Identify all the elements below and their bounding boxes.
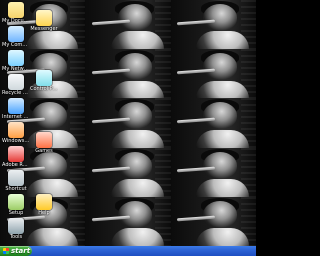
tools-icon (8, 218, 24, 234)
wallpaper-face (117, 200, 152, 228)
desktop-icon-label: My Network Places (2, 66, 30, 72)
wallpaper-face (117, 102, 152, 130)
messenger-icon (36, 10, 52, 26)
desktop-icon-label: Recycle Bin (2, 90, 30, 96)
taskbar: start (0, 246, 256, 256)
wallpaper-tile (170, 98, 256, 148)
folder-icon (8, 2, 24, 18)
desktop-icon[interactable]: Control Panel (30, 70, 58, 92)
wallpaper-shirt (110, 129, 164, 148)
desktop-icon[interactable]: Games (30, 132, 58, 154)
wallpaper-tile (170, 196, 256, 246)
wallpaper-tile (170, 0, 256, 50)
desktop-icon-label: Shortcut (5, 186, 27, 192)
wallpaper-shirt (110, 31, 164, 50)
wallpaper-tile (85, 0, 171, 50)
wallpaper-face (203, 102, 238, 130)
network-icon (8, 50, 24, 66)
desktop-icon-label: Windows Media Player (2, 138, 30, 144)
shortcut-icon (8, 170, 24, 186)
wallpaper-shirt (196, 179, 250, 197)
help-icon (36, 194, 52, 210)
wallpaper-shirt (110, 179, 164, 197)
desktop-icon-label: My Documents (2, 18, 30, 24)
control-panel-icon (36, 70, 52, 86)
wallpaper-face (117, 151, 152, 179)
desktop-icon-label: Control Panel (30, 86, 58, 92)
desktop-icon[interactable]: Internet Explorer (2, 98, 30, 120)
desktop-icon-label: Tools (9, 234, 23, 240)
wallpaper-shirt (196, 80, 250, 99)
wallpaper-shirt (110, 80, 164, 99)
wallpaper-face (203, 53, 238, 81)
desktop-icon[interactable]: Tools (2, 218, 30, 240)
wallpaper-face (117, 53, 152, 81)
desktop-icon-label: Messenger (30, 26, 58, 32)
desktop-icon-label: Games (35, 148, 53, 154)
desktop-icon[interactable]: Setup (2, 194, 30, 216)
desktop-icon-label: Adobe Reader (2, 162, 30, 168)
internet-explorer-icon (8, 98, 24, 114)
desktop-icon[interactable]: Adobe Reader (2, 146, 30, 168)
desktop-icon[interactable]: My Network Places (2, 50, 30, 72)
start-button[interactable]: start (0, 246, 32, 256)
start-label: start (11, 247, 31, 255)
desktop-icon[interactable]: Shortcut (2, 170, 30, 192)
desktop-icons: My Documents My Computer My Network Plac… (0, 0, 60, 246)
desktop-icon[interactable]: Messenger (30, 10, 58, 32)
pdf-icon (8, 146, 24, 162)
wallpaper-tile (170, 147, 256, 197)
wallpaper-face (203, 3, 238, 31)
wallpaper-tile (85, 49, 171, 99)
desktop-icon-label: My Computer (2, 42, 30, 48)
wallpaper-shirt (110, 228, 164, 246)
wallpaper-face (117, 3, 152, 31)
desktop-icon-label: Help (38, 210, 50, 216)
setup-icon (8, 194, 24, 210)
desktop-icon[interactable]: My Computer (2, 26, 30, 48)
wallpaper-shirt (196, 31, 250, 50)
desktop-icon[interactable]: My Documents (2, 2, 30, 24)
windows-flag-icon (3, 248, 9, 254)
wallpaper-shirt (196, 228, 250, 246)
desktop-icon[interactable]: Windows Media Player (2, 122, 30, 144)
recycle-bin-icon (8, 74, 24, 90)
wallpaper-tile (85, 98, 171, 148)
desktop-icon-label: Setup (8, 210, 24, 216)
wallpaper-tile (170, 49, 256, 99)
wallpaper-shirt (196, 129, 250, 148)
desktop: My Documents My Computer My Network Plac… (0, 0, 256, 246)
computer-icon (8, 26, 24, 42)
wallpaper-tile (85, 196, 171, 246)
wallpaper-face (203, 151, 238, 179)
desktop-icon[interactable]: Recycle Bin (2, 74, 30, 96)
games-icon (36, 132, 52, 148)
media-player-icon (8, 122, 24, 138)
desktop-icon[interactable]: Help (30, 194, 58, 216)
wallpaper-tile (85, 147, 171, 197)
desktop-icon-label: Internet Explorer (2, 114, 30, 120)
wallpaper-face (203, 200, 238, 228)
